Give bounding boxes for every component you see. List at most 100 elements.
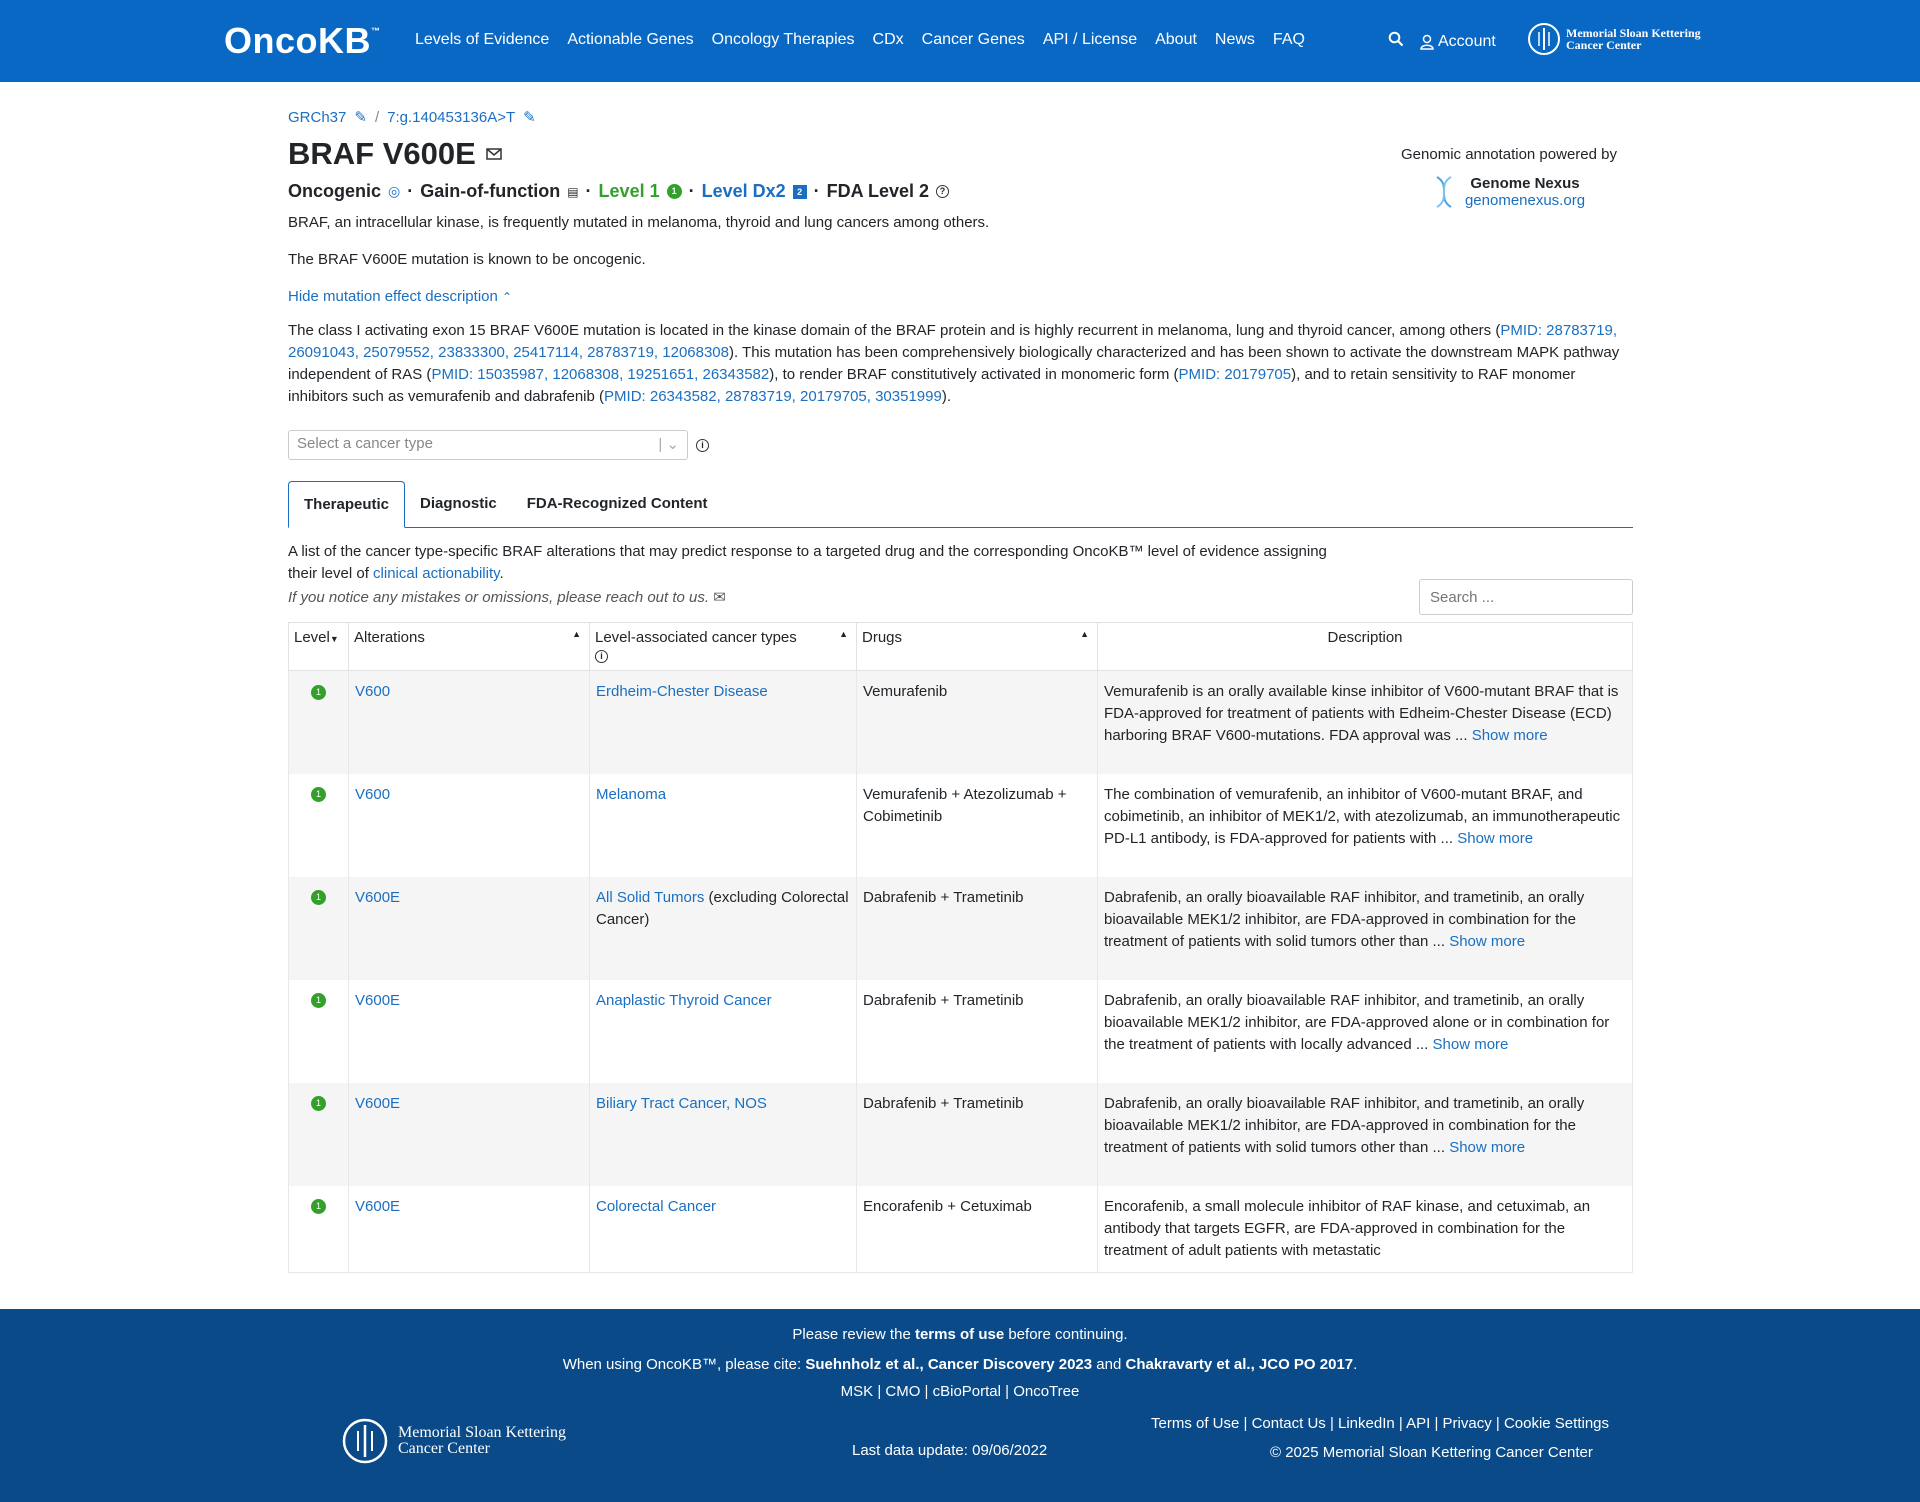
col-description: Description xyxy=(1097,622,1633,671)
pmid-link[interactable]: PMID: 26343582, 28783719, 20179705, 3035… xyxy=(604,388,942,405)
level-dx2-icon: 2 xyxy=(792,184,807,199)
drugs-cell: Vemurafenib + Atezolizumab + Cobimetinib xyxy=(856,773,1098,877)
col-drugs[interactable]: Drugs ▲ xyxy=(856,622,1098,671)
breadcrumb-separator: / xyxy=(374,108,380,126)
nav-about[interactable]: About xyxy=(1155,31,1197,49)
effect-label: Gain-of-function xyxy=(420,181,561,201)
nav-right: Account xyxy=(1388,31,1496,52)
pmid-link[interactable]: PMID: 20179705 xyxy=(1179,366,1292,383)
info-icon[interactable]: i xyxy=(696,438,709,452)
cancer-type-link[interactable]: Melanoma xyxy=(596,786,666,803)
variant-link[interactable]: 7:g.140453136A>T xyxy=(387,109,515,126)
level-1-icon[interactable]: 1 xyxy=(311,993,326,1009)
alteration-link[interactable]: V600E xyxy=(355,889,400,906)
mail-icon[interactable]: ✉ xyxy=(713,589,726,606)
level-1-icon: 1 xyxy=(666,184,682,199)
sort-asc-icon: ▲ xyxy=(1080,629,1089,639)
show-more-link[interactable]: Show more xyxy=(1449,1139,1525,1156)
oncogenic-icon: ◎ xyxy=(388,183,401,199)
variant-summary: The BRAF V600E mutation is known to be o… xyxy=(288,251,646,268)
msk-shield-icon xyxy=(1528,23,1560,55)
nav-levels-of-evidence[interactable]: Levels of Evidence xyxy=(415,31,549,49)
nav-cancer-genes[interactable]: Cancer Genes xyxy=(922,31,1025,49)
citation-link[interactable]: Suehnholz et al., Cancer Discovery 2023 xyxy=(805,1356,1092,1373)
footer-links[interactable]: MSK | CMO | cBioPortal | OncoTree xyxy=(0,1383,1920,1400)
col-level[interactable]: Level▼ xyxy=(288,622,349,671)
nav-actionable-genes[interactable]: Actionable Genes xyxy=(567,31,693,49)
pmid-link[interactable]: PMID: 15035987, 12068308, 19251651, 2634… xyxy=(431,366,769,383)
sort-asc-icon: ▲ xyxy=(839,629,848,639)
genome-build-link[interactable]: GRCh37 xyxy=(288,109,346,126)
genome-nexus-link[interactable]: genomenexus.org xyxy=(1465,192,1585,209)
footer: Please review the terms of use before co… xyxy=(0,1309,1920,1502)
level-1-link[interactable]: Level 1 xyxy=(599,181,660,202)
info-icon[interactable]: i xyxy=(595,650,608,663)
mail-icon[interactable] xyxy=(486,148,502,160)
table-row: 1 V600E Biliary Tract Cancer, NOS Dabraf… xyxy=(288,1082,1633,1186)
col-cancer-types[interactable]: Level-associated cancer types ▲ i xyxy=(589,622,857,671)
cancer-type-link[interactable]: All Solid Tumors xyxy=(596,889,704,906)
level-1-icon[interactable]: 1 xyxy=(311,787,326,803)
alteration-link[interactable]: V600E xyxy=(355,992,400,1009)
tab-therapeutic[interactable]: Therapeutic xyxy=(288,481,406,528)
description-text: The combination of vemurafenib, an inhib… xyxy=(1104,785,1621,847)
show-more-link[interactable]: Show more xyxy=(1433,1036,1509,1053)
book-icon[interactable]: ▤ xyxy=(567,185,578,199)
alteration-link[interactable]: V600 xyxy=(355,683,390,700)
fda-level-label: FDA Level 2 xyxy=(826,181,930,201)
level-1-icon[interactable]: 1 xyxy=(311,1096,326,1112)
level-dx2-link[interactable]: Level Dx2 xyxy=(702,181,786,202)
col-alterations[interactable]: Alterations ▲ xyxy=(348,622,590,671)
level-1-icon[interactable]: 1 xyxy=(311,1199,326,1215)
clinical-actionability-link[interactable]: clinical actionability xyxy=(373,565,499,582)
terms-of-use-link[interactable]: terms of use xyxy=(915,1326,1004,1343)
cancer-type-select[interactable]: Select a cancer type | ⌄ xyxy=(288,430,688,460)
edit-icon[interactable]: ✎ xyxy=(354,108,367,126)
breadcrumb: GRCh37 ✎ / 7:g.140453136A>T ✎ xyxy=(288,108,1633,127)
table-row: 1 V600E All Solid Tumors (excluding Colo… xyxy=(288,876,1633,980)
annotation-tabs: Therapeutic Diagnostic FDA-Recognized Co… xyxy=(288,481,1633,528)
show-more-link[interactable]: Show more xyxy=(1457,830,1533,847)
level-1-icon[interactable]: 1 xyxy=(311,684,326,700)
description-text: Encorafenib, a small molecule inhibitor … xyxy=(1104,1197,1591,1259)
oncokb-logo[interactable]: OncoKB™ xyxy=(224,20,381,62)
table-row: 1 V600 Melanoma Vemurafenib + Atezolizum… xyxy=(288,773,1633,877)
show-more-link[interactable]: Show more xyxy=(1449,933,1525,950)
cancer-type-link[interactable]: Biliary Tract Cancer, NOS xyxy=(596,1095,767,1112)
nav-news[interactable]: News xyxy=(1215,31,1255,49)
therapeutic-table: Level▼ Alterations ▲ Level-associated can… xyxy=(288,622,1633,1273)
help-icon[interactable]: ? xyxy=(936,185,950,198)
cancer-type-link[interactable]: Colorectal Cancer xyxy=(596,1198,716,1215)
tab-diagnostic[interactable]: Diagnostic xyxy=(405,481,512,527)
chevron-down-icon: | ⌄ xyxy=(658,436,679,453)
citation-link[interactable]: Chakravarty et al., JCO PO 2017 xyxy=(1126,1356,1354,1373)
msk-logo-header[interactable]: Memorial Sloan Kettering Cancer Center xyxy=(1528,22,1701,56)
tab-fda-recognized[interactable]: FDA-Recognized Content xyxy=(512,481,723,527)
cancer-type-link[interactable]: Anaplastic Thyroid Cancer xyxy=(596,992,772,1009)
drugs-cell: Dabrafenib + Trametinib xyxy=(856,876,1098,980)
alteration-link[interactable]: V600E xyxy=(355,1095,400,1112)
table-search-input[interactable] xyxy=(1419,579,1633,615)
level-1-icon[interactable]: 1 xyxy=(311,890,326,906)
search-icon[interactable] xyxy=(1388,31,1404,52)
main-nav: Levels of Evidence Actionable Genes Onco… xyxy=(415,31,1305,49)
msk-logo-footer[interactable]: Memorial Sloan Kettering Cancer Center xyxy=(342,1416,566,1466)
alteration-link[interactable]: V600E xyxy=(355,1198,400,1215)
nav-faq[interactable]: FAQ xyxy=(1273,31,1305,49)
edit-icon[interactable]: ✎ xyxy=(523,108,536,126)
alteration-link[interactable]: V600 xyxy=(355,786,390,803)
nav-cdx[interactable]: CDx xyxy=(873,31,904,49)
user-icon xyxy=(1420,34,1434,50)
table-row: 1 V600 Erdheim-Chester Disease Vemurafen… xyxy=(288,670,1633,774)
nav-api-license[interactable]: API / License xyxy=(1043,31,1137,49)
show-more-link[interactable]: Show more xyxy=(1472,727,1548,744)
account-link[interactable]: Account xyxy=(1420,33,1496,51)
description-text: Dabrafenib, an orally bioavailable RAF i… xyxy=(1104,991,1610,1053)
sort-desc-icon: ▼ xyxy=(329,634,339,644)
cancer-type-link[interactable]: Erdheim-Chester Disease xyxy=(596,683,768,700)
hide-description-toggle[interactable]: Hide mutation effect description ⌃ xyxy=(288,286,1633,308)
copyright: © 2025 Memorial Sloan Kettering Cancer C… xyxy=(1270,1444,1593,1461)
footer-right-links[interactable]: Terms of Use | Contact Us | LinkedIn | A… xyxy=(1151,1415,1609,1432)
therapeutic-intro: A list of the cancer type-specific BRAF … xyxy=(288,543,1327,606)
nav-oncology-therapies[interactable]: Oncology Therapies xyxy=(712,31,855,49)
